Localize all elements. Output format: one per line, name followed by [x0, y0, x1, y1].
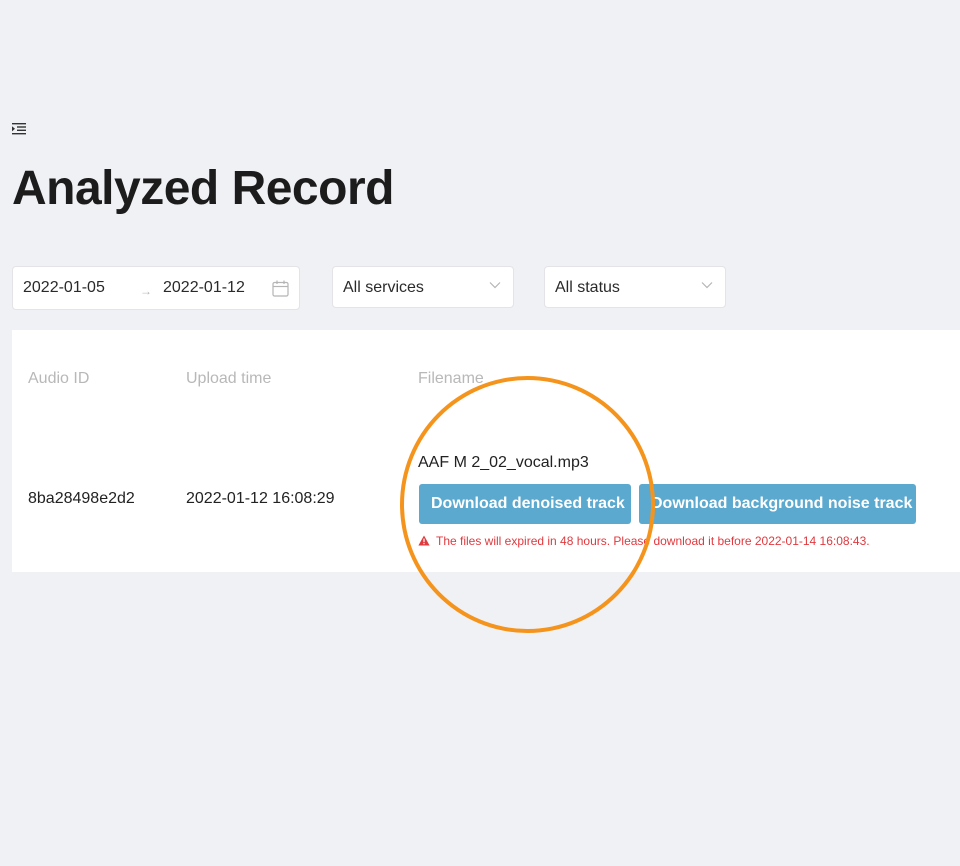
records-table: Audio ID Upload time Filename 8ba28498e2… [12, 330, 960, 572]
menu-toggle-button[interactable] [12, 122, 26, 136]
cell-audio-id: 8ba28498e2d2 [28, 490, 135, 507]
expiry-warning: The files will expired in 48 hours. Plea… [418, 534, 870, 548]
cell-filename: AAF M 2_02_vocal.mp3 [418, 454, 589, 471]
page-title: Analyzed Record [12, 162, 394, 215]
start-date-input[interactable] [23, 279, 123, 297]
cell-upload-time: 2022-01-12 16:08:29 [186, 490, 335, 507]
warning-icon [418, 535, 430, 546]
indent-menu-icon [12, 123, 26, 135]
download-background-noise-track-button[interactable]: Download background noise track [639, 484, 916, 524]
chevron-down-icon [701, 282, 713, 289]
end-date-input[interactable] [163, 279, 263, 297]
status-select[interactable]: All status [544, 266, 726, 308]
services-select-value: All services [343, 279, 424, 296]
download-denoised-track-button[interactable]: Download denoised track [419, 484, 631, 524]
services-select[interactable]: All services [332, 266, 514, 308]
expiry-warning-text: The files will expired in 48 hours. Plea… [436, 534, 870, 548]
chevron-down-icon [489, 282, 501, 289]
range-separator: → [140, 284, 152, 298]
column-header-filename: Filename [418, 370, 484, 387]
status-select-value: All status [555, 279, 620, 296]
date-range-picker[interactable]: → [12, 266, 300, 310]
column-header-audio-id: Audio ID [28, 370, 90, 387]
calendar-icon[interactable] [272, 280, 289, 297]
column-header-upload-time: Upload time [186, 370, 272, 387]
